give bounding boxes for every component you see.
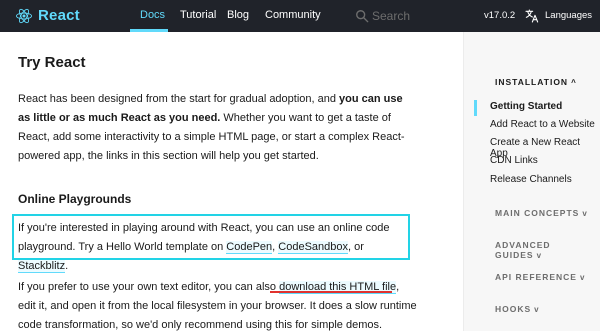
page-title: Try React (18, 54, 86, 71)
search-icon[interactable] (355, 9, 369, 23)
react-atom-icon[interactable] (15, 7, 33, 25)
sidebar-section-installation[interactable]: INSTALLATION ^ (495, 77, 577, 87)
chevron-down-icon: v (579, 273, 586, 282)
chevron-down-icon: v (582, 209, 588, 218)
sidebar-section-label: API REFERENCE (495, 272, 577, 282)
nav-link-community[interactable]: Community (265, 9, 321, 21)
version-link[interactable]: v17.0.2 (484, 10, 515, 21)
sidebar-item-cdn-links[interactable]: CDN Links (490, 155, 538, 166)
intro-paragraph: React has been designed from the start f… (18, 90, 413, 166)
search-input[interactable] (372, 6, 462, 26)
sidebar-section-label: HOOKS (495, 304, 532, 314)
sidebar-section-label: ADVANCED GUIDES (495, 240, 551, 260)
chevron-down-icon: v (536, 251, 543, 260)
chevron-up-icon: ^ (571, 78, 577, 87)
stackblitz-link[interactable]: Stackblitz (18, 260, 66, 273)
separator: , or (348, 241, 364, 253)
intro-text: React has been designed from the start f… (18, 93, 340, 105)
article: Try React React has been designed from t… (0, 32, 463, 331)
codesandbox-link[interactable]: CodeSandbox (278, 241, 349, 254)
sidebar-section-api-reference[interactable]: API REFERENCE v (495, 272, 585, 282)
sidebar-section-label: MAIN CONCEPTS (495, 208, 580, 218)
languages-link[interactable]: Languages (545, 10, 592, 21)
local-editor-paragraph: If you prefer to use your own text edito… (18, 278, 418, 331)
annotation-red-underline (270, 291, 392, 293)
sidebar-section-advanced-guides[interactable]: ADVANCED GUIDES v (495, 240, 600, 260)
online-playgrounds-heading: Online Playgrounds (18, 192, 132, 206)
chevron-down-icon: v (534, 305, 540, 314)
translate-icon[interactable] (524, 8, 540, 24)
nav-link-blog[interactable]: Blog (227, 9, 249, 21)
period: . (65, 260, 69, 272)
codepen-link[interactable]: CodePen (226, 241, 273, 254)
sidebar-item-release-channels[interactable]: Release Channels (490, 174, 572, 185)
nav-link-docs[interactable]: Docs (140, 9, 165, 21)
sidebar-section-label: INSTALLATION (495, 77, 569, 87)
nav-link-tutorial[interactable]: Tutorial (180, 9, 216, 21)
local-text: If you prefer to use your own text edito… (18, 281, 280, 293)
playground-paragraph: If you're interested in playing around w… (18, 219, 410, 276)
active-item-indicator (474, 100, 477, 116)
sidebar-item-getting-started[interactable]: Getting Started (490, 101, 562, 112)
docs-sidebar: INSTALLATION ^ Getting Started Add React … (463, 32, 600, 331)
top-nav: React Docs Tutorial Blog Community v17.0… (0, 0, 600, 32)
sidebar-section-hooks[interactable]: HOOKS v (495, 304, 540, 314)
brand-name[interactable]: React (38, 7, 80, 24)
sidebar-section-main-concepts[interactable]: MAIN CONCEPTS v (495, 208, 588, 218)
sidebar-item-add-react-to-website[interactable]: Add React to a Website (490, 119, 595, 130)
